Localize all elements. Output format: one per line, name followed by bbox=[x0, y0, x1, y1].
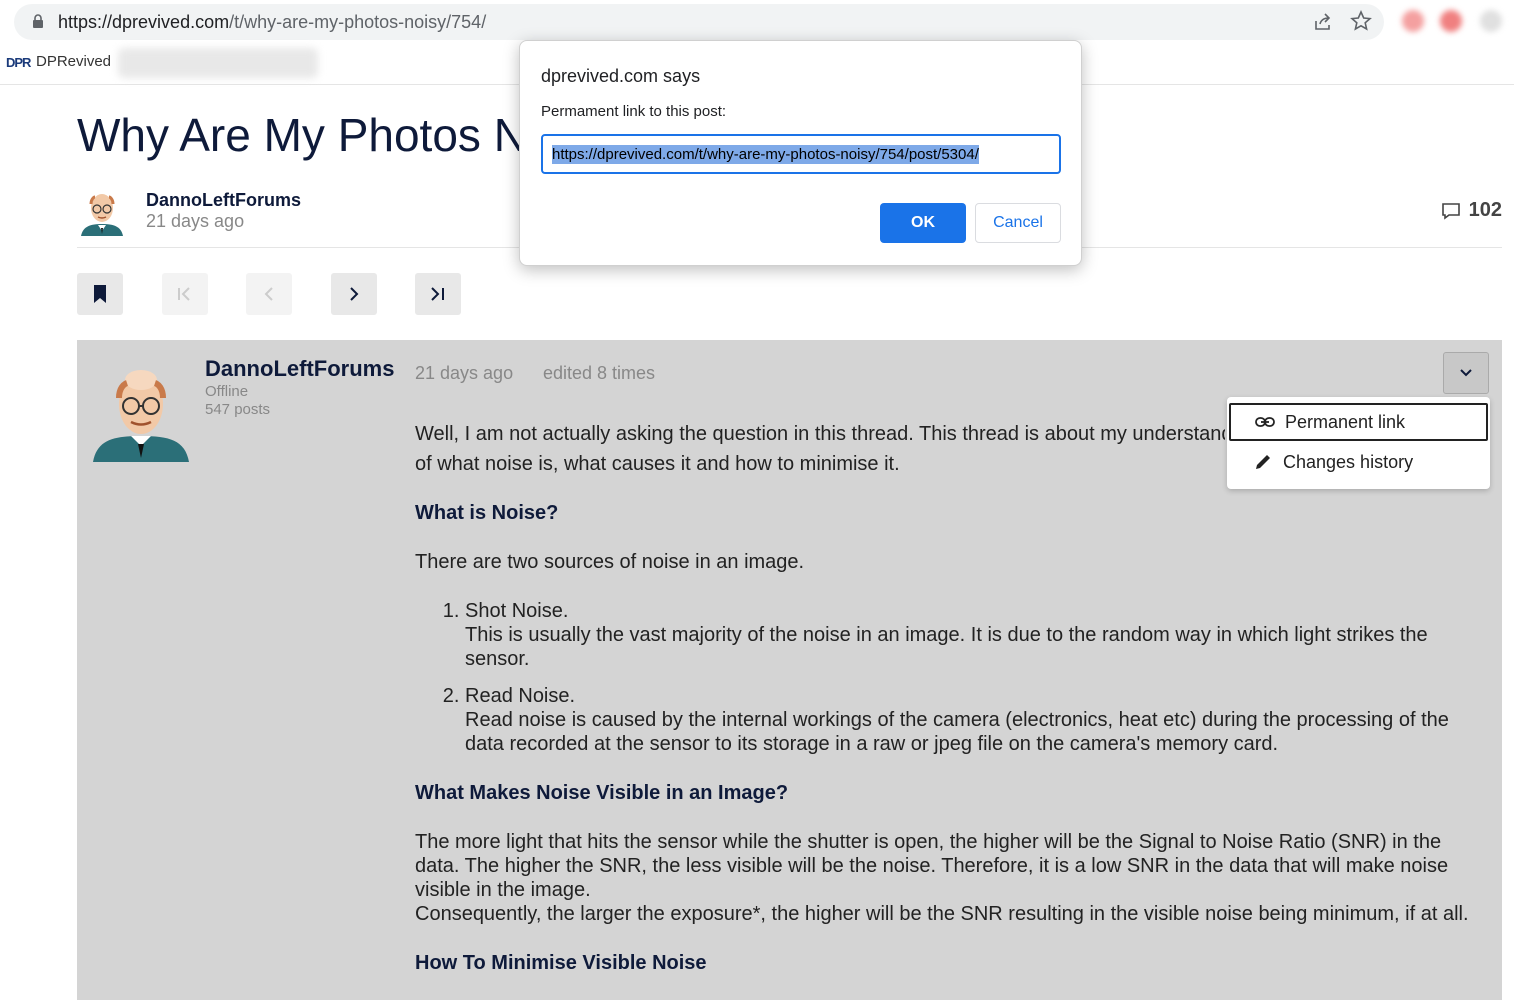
post-author[interactable]: DannoLeftForums bbox=[205, 356, 394, 382]
last-post-button[interactable] bbox=[415, 273, 461, 315]
pencil-icon bbox=[1256, 455, 1270, 469]
profile-icon[interactable] bbox=[1480, 10, 1502, 32]
bookmark-icon bbox=[94, 285, 106, 303]
cancel-button[interactable]: Cancel bbox=[975, 203, 1061, 243]
noise-list: Shot Noise.This is usually the vast majo… bbox=[415, 599, 1475, 756]
share-icon[interactable] bbox=[1312, 11, 1334, 33]
post-body: Well, I am not actually asking the quest… bbox=[415, 422, 1475, 1000]
dialog-title: dprevived.com says bbox=[541, 66, 701, 86]
first-post-button[interactable] bbox=[162, 273, 208, 315]
post-paragraph: There are two sources of noise in an ima… bbox=[415, 551, 805, 573]
reply-count: 102 bbox=[1441, 199, 1502, 222]
topic-date: 21 days ago bbox=[146, 211, 245, 231]
post-paragraph: The more light that hits the sensor whil… bbox=[415, 831, 1469, 925]
bookmark-button[interactable] bbox=[77, 273, 123, 315]
previous-post-button[interactable] bbox=[246, 273, 292, 315]
ok-button[interactable]: OK bbox=[880, 203, 966, 243]
user-status: Offline bbox=[205, 383, 249, 400]
link-icon bbox=[1255, 417, 1275, 427]
permanent-link-item[interactable]: Permanent link bbox=[1229, 403, 1488, 441]
changes-history-item[interactable]: Changes history bbox=[1229, 443, 1488, 481]
permalink-input[interactable]: https://dprevived.com/t/why-are-my-photo… bbox=[541, 134, 1061, 174]
next-post-button[interactable] bbox=[331, 273, 377, 315]
post-menu-button[interactable] bbox=[1443, 352, 1489, 394]
bookmark-dprevived[interactable]: DPRevived bbox=[36, 53, 111, 70]
chevron-left-icon bbox=[264, 287, 273, 301]
avatar[interactable] bbox=[93, 362, 189, 462]
extension-icon[interactable] bbox=[1440, 10, 1462, 32]
prompt-dialog: dprevived.com says Permament link to thi… bbox=[519, 40, 1082, 266]
chevron-down-icon bbox=[1460, 369, 1472, 377]
dialog-message: Permament link to this post: bbox=[541, 103, 727, 120]
post-date[interactable]: 21 days ago bbox=[415, 363, 513, 384]
list-item: Read Noise.Read noise is caused by the i… bbox=[465, 684, 1475, 756]
star-icon[interactable] bbox=[1350, 10, 1372, 32]
section-heading: What Makes Noise Visible in an Image? bbox=[415, 782, 789, 804]
page-title: Why Are My Photos Noisy? bbox=[77, 109, 522, 161]
section-heading: What is Noise? bbox=[415, 502, 559, 524]
chevron-right-icon bbox=[350, 287, 359, 301]
list-item: Shot Noise.This is usually the vast majo… bbox=[465, 599, 1475, 671]
avatar[interactable] bbox=[77, 188, 127, 236]
section-heading: How To Minimise Visible Noise bbox=[415, 952, 707, 974]
first-page-icon bbox=[178, 287, 190, 301]
url-text: https://dprevived.com/t/why-are-my-photo… bbox=[58, 12, 487, 32]
lock-icon bbox=[33, 14, 43, 28]
comment-icon bbox=[1441, 202, 1460, 220]
post-menu-dropdown: Permanent link Changes history bbox=[1227, 397, 1490, 489]
post-edited[interactable]: edited 8 times bbox=[543, 363, 655, 384]
bookmark-blurred[interactable] bbox=[118, 48, 318, 78]
topic-author[interactable]: DannoLeftForums bbox=[146, 190, 301, 211]
last-page-icon bbox=[431, 287, 444, 301]
user-post-count: 547 posts bbox=[205, 401, 271, 418]
extension-icon[interactable] bbox=[1402, 10, 1424, 32]
address-bar[interactable]: https://dprevived.com/t/why-are-my-photo… bbox=[14, 4, 1384, 40]
dprevived-logo-icon: DPR bbox=[6, 55, 31, 70]
